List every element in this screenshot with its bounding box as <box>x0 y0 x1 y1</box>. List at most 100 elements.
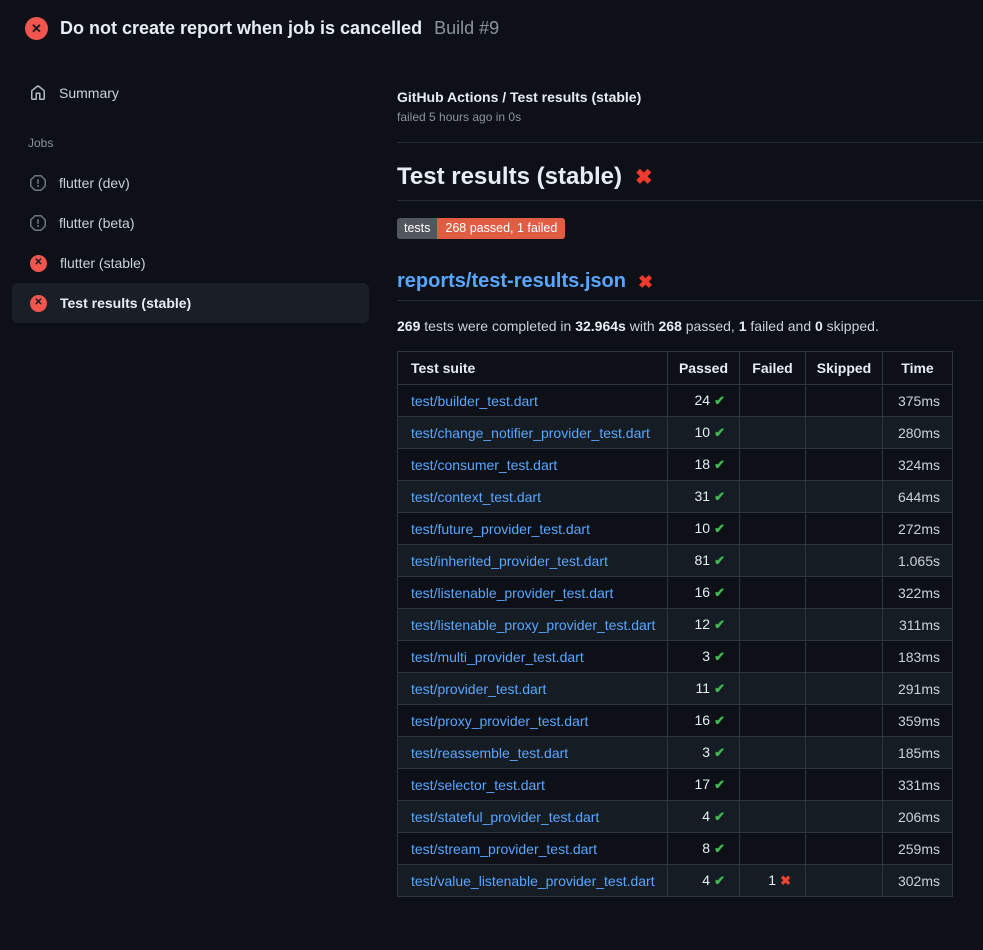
report-file-link[interactable]: reports/test-results.json <box>397 270 626 293</box>
passed-cell: 31✔ <box>668 481 740 513</box>
sidebar-item-label: flutter (stable) <box>60 255 146 271</box>
failed-cell <box>740 417 806 449</box>
sidebar-item-label: Test results (stable) <box>60 295 191 311</box>
table-row: test/stream_provider_test.dart 8✔ 259ms <box>398 833 953 865</box>
failed-cell <box>740 545 806 577</box>
passed-cell: 8✔ <box>668 833 740 865</box>
failed-cell <box>740 385 806 417</box>
test-suite-link[interactable]: test/selector_test.dart <box>411 777 545 793</box>
check-icon: ✔ <box>714 457 725 472</box>
test-suite-link[interactable]: test/listenable_proxy_provider_test.dart <box>411 617 655 633</box>
suite-cell: test/selector_test.dart <box>398 769 668 801</box>
skipped-cell <box>806 737 883 769</box>
report-heading: reports/test-results.json ✖ <box>397 270 983 301</box>
suite-cell: test/inherited_provider_test.dart <box>398 545 668 577</box>
test-suite-link[interactable]: test/stream_provider_test.dart <box>411 841 597 857</box>
check-icon: ✔ <box>714 585 725 600</box>
passed-cell: 16✔ <box>668 577 740 609</box>
test-suite-link[interactable]: test/provider_test.dart <box>411 681 546 697</box>
table-row: test/consumer_test.dart18✔324ms <box>398 449 953 481</box>
suite-cell: test/listenable_proxy_provider_test.dart <box>398 609 668 641</box>
x-icon: ✖ <box>780 873 791 888</box>
test-suite-link[interactable]: test/future_provider_test.dart <box>411 521 590 537</box>
passed-cell: 4✔ <box>668 801 740 833</box>
time-cell: 302ms <box>883 865 953 897</box>
run-header-bar: ✕ Do not create report when job is cance… <box>0 0 983 56</box>
table-body: test/builder_test.dart24✔375mstest/chang… <box>398 385 953 897</box>
table-row: test/proxy_provider_test.dart16✔359ms <box>398 705 953 737</box>
sidebar-item-label: flutter (dev) <box>59 175 130 191</box>
check-icon: ✔ <box>714 521 725 536</box>
table-row: test/builder_test.dart24✔375ms <box>398 385 953 417</box>
time-cell: 280ms <box>883 417 953 449</box>
suite-cell: test/consumer_test.dart <box>398 449 668 481</box>
column-header-failed: Failed <box>740 352 806 385</box>
skipped-cell <box>806 833 883 865</box>
skipped-cell <box>806 577 883 609</box>
tests-badge: tests 268 passed, 1 failed <box>397 218 565 239</box>
skipped-cell <box>806 673 883 705</box>
skipped-cell <box>806 513 883 545</box>
suite-cell: test/multi_provider_test.dart <box>398 641 668 673</box>
tests-badge-value: 268 passed, 1 failed <box>437 218 565 239</box>
jobs-heading: Jobs <box>28 136 381 150</box>
sidebar-item-flutter-dev[interactable]: flutter (dev) <box>12 163 369 203</box>
run-title: Do not create report when job is cancell… <box>60 18 422 39</box>
test-suite-link[interactable]: test/multi_provider_test.dart <box>411 649 584 665</box>
check-icon: ✔ <box>714 777 725 792</box>
check-icon: ✔ <box>714 809 725 824</box>
sidebar-item-flutter-stable[interactable]: ✕flutter (stable) <box>12 243 369 283</box>
test-suite-link[interactable]: test/reassemble_test.dart <box>411 745 568 761</box>
failed-cell <box>740 801 806 833</box>
failed-cell <box>740 833 806 865</box>
test-suite-link[interactable]: test/inherited_provider_test.dart <box>411 553 608 569</box>
suite-cell: test/reassemble_test.dart <box>398 737 668 769</box>
time-cell: 331ms <box>883 769 953 801</box>
time-cell: 644ms <box>883 481 953 513</box>
test-suite-link[interactable]: test/value_listenable_provider_test.dart <box>411 873 655 889</box>
time-cell: 183ms <box>883 641 953 673</box>
table-row: test/inherited_provider_test.dart81✔1.06… <box>398 545 953 577</box>
skipped-cell <box>806 705 883 737</box>
sidebar-item-summary[interactable]: Summary <box>0 80 381 106</box>
test-suite-link[interactable]: test/context_test.dart <box>411 489 541 505</box>
stop-icon <box>30 215 46 231</box>
table-row: test/value_listenable_provider_test.dart… <box>398 865 953 897</box>
table-row: test/selector_test.dart17✔331ms <box>398 769 953 801</box>
time-cell: 1.065s <box>883 545 953 577</box>
sidebar-item-flutter-beta[interactable]: flutter (beta) <box>12 203 369 243</box>
test-suite-link[interactable]: test/proxy_provider_test.dart <box>411 713 588 729</box>
failed-cell <box>740 577 806 609</box>
passed-cell: 16✔ <box>668 705 740 737</box>
suite-cell: test/provider_test.dart <box>398 673 668 705</box>
x-circle-fill-icon: ✕ <box>25 17 48 40</box>
tests-badge-label: tests <box>397 218 437 239</box>
test-suite-link[interactable]: test/change_notifier_provider_test.dart <box>411 425 650 441</box>
skipped-cell <box>806 417 883 449</box>
test-suite-link[interactable]: test/stateful_provider_test.dart <box>411 809 599 825</box>
failed-cell <box>740 705 806 737</box>
time-cell: 375ms <box>883 385 953 417</box>
table-row: test/change_notifier_provider_test.dart1… <box>398 417 953 449</box>
check-icon: ✔ <box>714 873 725 888</box>
failed-cross-icon: ✖ <box>638 273 653 291</box>
suite-cell: test/stream_provider_test.dart <box>398 833 668 865</box>
main-content: GitHub Actions / Test results (stable) f… <box>381 56 983 897</box>
test-suite-link[interactable]: test/builder_test.dart <box>411 393 538 409</box>
test-suite-link[interactable]: test/listenable_provider_test.dart <box>411 585 613 601</box>
time-cell: 311ms <box>883 609 953 641</box>
passed-cell: 3✔ <box>668 641 740 673</box>
time-cell: 259ms <box>883 833 953 865</box>
failed-cell <box>740 737 806 769</box>
skipped-cell <box>806 385 883 417</box>
skipped-cell <box>806 801 883 833</box>
sidebar-item-test-results-stable[interactable]: ✕ Test results (stable) <box>12 283 369 323</box>
suite-cell: test/listenable_provider_test.dart <box>398 577 668 609</box>
column-header-skipped: Skipped <box>806 352 883 385</box>
x-circle-fill-icon: ✕ <box>30 295 47 312</box>
passed-cell: 4✔ <box>668 865 740 897</box>
check-icon: ✔ <box>714 553 725 568</box>
passed-cell: 10✔ <box>668 513 740 545</box>
test-suite-link[interactable]: test/consumer_test.dart <box>411 457 557 473</box>
table-header-row: Test suitePassedFailedSkippedTime <box>398 352 953 385</box>
